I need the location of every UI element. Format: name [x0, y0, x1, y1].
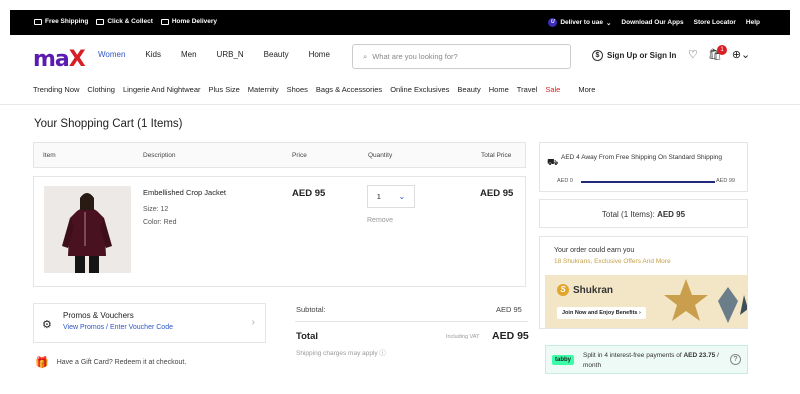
help-link[interactable]: Help — [746, 19, 760, 26]
click-collect-link[interactable]: Click & Collect — [96, 18, 153, 25]
col-item: Item — [43, 152, 56, 159]
cart-title: Your Shopping Cart (1 Items) — [34, 118, 183, 130]
total-items-summary: Total (1 Items): AED 95 — [539, 199, 748, 228]
col-description: Description — [143, 152, 176, 159]
product-size: Size: 12 — [143, 206, 169, 213]
download-apps-link[interactable]: Download Our Apps — [621, 19, 683, 26]
gift-card-note: 🎁 Have a Gift Card? Redeem it at checkou… — [35, 357, 187, 369]
promos-title: Promos & Vouchers — [63, 311, 134, 320]
col-price: Price — [292, 152, 307, 159]
shukran-coin-icon: S — [557, 284, 569, 296]
free-shipping-progress: ⛟ AED 4 Away From Free Shipping On Stand… — [539, 142, 748, 192]
cat-shoes[interactable]: Shoes — [287, 85, 308, 94]
free-shipping-link[interactable]: Free Shipping — [34, 18, 88, 25]
shipping-note: Shipping charges may apply ⓘ — [296, 350, 386, 357]
truck-icon: ⛟ — [547, 157, 559, 167]
nav-home[interactable]: Home — [309, 50, 330, 59]
cat-bags[interactable]: Bags & Accessories — [316, 85, 382, 94]
cat-plus-size[interactable]: Plus Size — [209, 85, 240, 94]
help-question-icon[interactable]: ? — [730, 354, 741, 365]
cat-online-exclusives[interactable]: Online Exclusives — [390, 85, 449, 94]
cat-maternity[interactable]: Maternity — [248, 85, 279, 94]
col-quantity: Quantity — [368, 152, 393, 159]
deliver-to-selector[interactable]: U Deliver to uae ⌄ — [548, 18, 611, 27]
gift-icon: 🎁 — [35, 357, 49, 369]
stars-decoration — [664, 279, 747, 323]
dollar-user-icon: $ — [592, 50, 603, 61]
shipping-progress-bar — [581, 181, 715, 183]
cat-beauty[interactable]: Beauty — [457, 85, 480, 94]
nav-women[interactable]: Women — [98, 50, 125, 59]
heart-icon[interactable]: ♡ — [688, 48, 698, 61]
chevron-right-icon: › — [251, 317, 255, 328]
cart-table-header: Item Description Price Quantity Total Pr… — [33, 142, 526, 168]
cart-count-badge: 1 — [717, 45, 727, 55]
nav-men[interactable]: Men — [181, 50, 197, 59]
home-icon — [160, 18, 169, 25]
info-icon[interactable]: ⓘ — [379, 350, 386, 357]
remove-button[interactable]: Remove — [367, 217, 393, 224]
chevron-down-icon: ⌄ — [605, 19, 612, 27]
truck-icon — [34, 18, 42, 25]
cat-travel[interactable]: Travel — [517, 85, 538, 94]
product-image[interactable] — [44, 186, 131, 273]
shukran-earn-box: Your order could earn you 18 Shukrans, E… — [539, 236, 748, 329]
main-nav: Women Kids Men URB_N Beauty Home — [98, 50, 330, 59]
percent-badge-icon: ⚙ — [42, 319, 52, 331]
earn-text: Your order could earn you — [554, 247, 635, 254]
quantity-select[interactable]: 1 ⌄ — [367, 185, 415, 208]
chevron-down-icon: ⌄ — [398, 192, 406, 201]
nav-kids[interactable]: Kids — [145, 50, 161, 59]
store-icon — [96, 18, 105, 25]
total-label: Total — [296, 331, 318, 342]
nav-urbn[interactable]: URB_N — [217, 50, 244, 59]
shukran-banner: S Shukran Join Now and Enjoy Benefits › — [545, 275, 747, 328]
earn-offers: 18 Shukrans, Exclusive Offers And More — [554, 258, 671, 265]
product-color: Color: Red — [143, 219, 177, 226]
product-total: AED 95 — [480, 188, 514, 199]
cat-trending[interactable]: Trending Now — [33, 85, 79, 94]
header-divider — [0, 104, 800, 105]
free-shipping-text: AED 4 Away From Free Shipping On Standar… — [561, 154, 723, 161]
cat-sale[interactable]: Sale — [545, 85, 560, 94]
max-logo[interactable]: maX — [33, 47, 86, 72]
product-price: AED 95 — [292, 188, 326, 199]
jacket-photo — [44, 186, 131, 273]
tabby-text: Split in 4 interest-free payments of AED… — [583, 352, 719, 369]
tabby-logo: tabby — [552, 355, 575, 365]
promos-link[interactable]: View Promos / Enter Voucher Code — [63, 324, 173, 331]
quantity-value: 1 — [376, 192, 381, 201]
subtotal-label: Subtotal: — [296, 305, 326, 314]
shukran-logo: S Shukran — [557, 284, 613, 296]
cat-lingerie[interactable]: Lingerie And Nightwear — [123, 85, 201, 94]
subtotal-value: AED 95 — [496, 305, 522, 314]
nav-beauty[interactable]: Beauty — [264, 50, 289, 59]
search-icon: ⌕ — [363, 51, 368, 61]
cat-clothing[interactable]: Clothing — [87, 85, 115, 94]
cat-more[interactable]: More — [578, 85, 595, 94]
cat-home[interactable]: Home — [489, 85, 509, 94]
uae-flag-icon: U — [548, 18, 558, 27]
home-delivery-link[interactable]: Home Delivery — [160, 18, 217, 25]
summary-divider — [295, 321, 528, 322]
globe-icon[interactable]: ⊕⌄ — [732, 48, 750, 61]
join-shukran-button[interactable]: Join Now and Enjoy Benefits › — [557, 307, 646, 319]
product-name[interactable]: Embellished Crop Jacket — [143, 188, 226, 197]
col-total: Total Price — [481, 152, 512, 159]
including-vat: Including VAT — [446, 334, 480, 340]
category-nav: Trending Now Clothing Lingerie And Night… — [33, 85, 595, 94]
tabby-installment-box: tabby Split in 4 interest-free payments … — [545, 345, 748, 374]
search-placeholder: What are you looking for? — [372, 52, 458, 61]
progress-start-label: AED 0 — [557, 178, 573, 184]
search-input[interactable]: ⌕ What are you looking for? — [352, 44, 571, 69]
progress-end-label: AED 99 — [716, 178, 735, 184]
top-utility-bar: Free Shipping Click & Collect Home Deliv… — [10, 10, 790, 35]
signin-button[interactable]: $ Sign Up or Sign In — [592, 50, 676, 61]
total-value: AED 95 — [492, 330, 529, 342]
store-locator-link[interactable]: Store Locator — [694, 19, 736, 26]
promos-vouchers-box[interactable]: ⚙ Promos & Vouchers View Promos / Enter … — [33, 303, 266, 343]
